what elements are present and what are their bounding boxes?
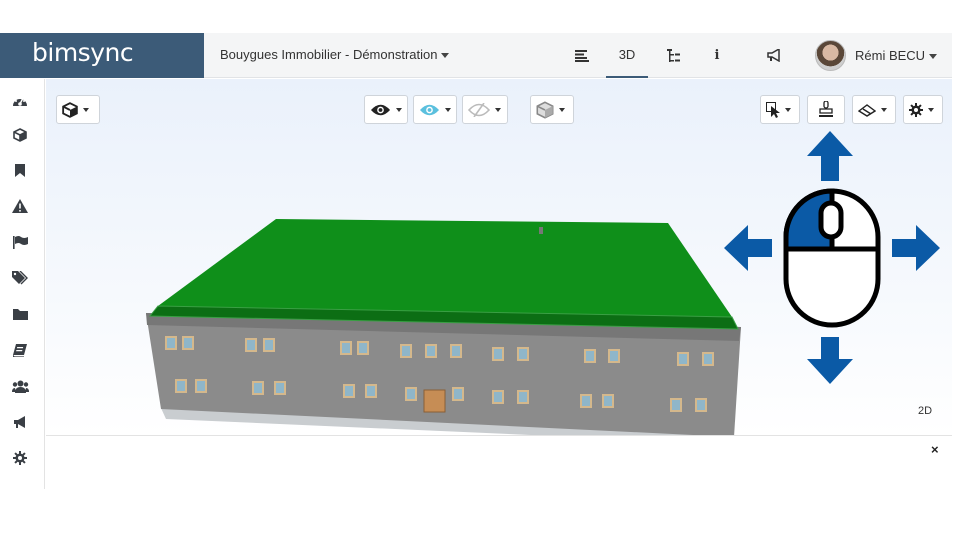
- bookmark-icon: [15, 163, 25, 177]
- mouse-icon: [783, 188, 881, 328]
- sidebar-item-library[interactable]: [8, 338, 32, 362]
- announcements-button[interactable]: [760, 33, 788, 78]
- stamp-icon: [819, 101, 833, 117]
- chevron-down-icon: [929, 54, 938, 60]
- 3d-viewer[interactable]: 2D: [46, 79, 952, 435]
- gear-icon: [909, 102, 923, 117]
- visibility-show-button[interactable]: [364, 95, 408, 124]
- section-plane-icon: [858, 103, 876, 117]
- sidebar-item-settings[interactable]: [8, 446, 32, 470]
- section-plane-button[interactable]: [852, 95, 896, 124]
- top-bar: bimsync Bouygues Immobilier - Démonstrat…: [0, 33, 952, 78]
- chevron-down-icon: [928, 107, 934, 112]
- info-icon: i: [714, 48, 720, 63]
- cube-icon: [13, 128, 27, 142]
- sidebar-item-model[interactable]: [8, 123, 32, 147]
- users-icon: [11, 380, 29, 393]
- sidebar-item-issues[interactable]: [8, 194, 32, 218]
- settings-icon: [13, 451, 27, 465]
- chevron-down-icon: [881, 107, 887, 112]
- chevron-down-icon: [495, 107, 501, 112]
- user-name: Rémi BECU: [855, 48, 926, 63]
- book-icon: [13, 343, 27, 357]
- logo-text: bimsync: [32, 38, 134, 67]
- box-view-icon: [536, 100, 554, 119]
- sidebar-item-documents[interactable]: [8, 302, 32, 326]
- box-view-button[interactable]: [530, 95, 574, 124]
- list-icon: [575, 49, 589, 62]
- folder-icon: [12, 309, 28, 320]
- sidebar-item-tags[interactable]: [8, 266, 32, 290]
- toggle-2d-button[interactable]: 2D: [918, 405, 932, 417]
- tab-3d[interactable]: 3D: [606, 33, 648, 78]
- chevron-down-icon: [445, 107, 451, 112]
- arrow-up-icon: [807, 131, 853, 181]
- visibility-xray-button[interactable]: [413, 95, 457, 124]
- building-door: [423, 389, 446, 413]
- bottom-panel: ×: [46, 435, 952, 488]
- avatar[interactable]: [815, 40, 846, 71]
- building-roof: [158, 219, 732, 317]
- navigation-hint-overlay: [724, 131, 940, 384]
- tree-view-button[interactable]: [660, 33, 688, 78]
- cube-menu-icon: [62, 101, 78, 118]
- eye-icon: [370, 104, 391, 115]
- dashboard-icon: [13, 96, 27, 106]
- tags-icon: [12, 271, 28, 285]
- logo[interactable]: bimsync: [0, 33, 204, 78]
- sidebar-item-bookmarks[interactable]: [8, 158, 32, 182]
- stamp-tool-button[interactable]: [807, 95, 845, 124]
- sidebar-item-members[interactable]: [8, 374, 32, 398]
- warning-icon: [12, 199, 28, 213]
- user-menu[interactable]: Rémi BECU: [855, 48, 938, 63]
- model-menu-button[interactable]: [56, 95, 100, 124]
- chevron-down-icon: [559, 107, 565, 112]
- close-panel-button[interactable]: ×: [931, 442, 939, 457]
- tab-3d-label: 3D: [618, 47, 636, 62]
- info-button[interactable]: i: [706, 33, 728, 78]
- project-name: Bouygues Immobilier - Démonstration: [220, 47, 438, 62]
- visibility-hide-button[interactable]: [462, 95, 508, 124]
- arrow-right-icon: [892, 225, 940, 271]
- selection-mode-button[interactable]: [760, 95, 800, 124]
- chevron-down-icon: [785, 107, 791, 112]
- project-selector[interactable]: Bouygues Immobilier - Démonstration: [220, 47, 450, 62]
- viewer-settings-button[interactable]: [903, 95, 943, 124]
- list-view-button[interactable]: [568, 33, 596, 78]
- arrow-left-icon: [724, 225, 772, 271]
- flag-icon: [12, 235, 28, 249]
- sidebar-item-dashboard[interactable]: [8, 88, 32, 112]
- sidebar-item-announcements[interactable]: [8, 410, 32, 434]
- tree-icon: [667, 48, 680, 62]
- eye-xray-icon: [419, 104, 440, 115]
- chevron-down-icon: [396, 107, 402, 112]
- eye-hidden-icon: [468, 102, 490, 117]
- megaphone-icon: [766, 49, 780, 62]
- chevron-down-icon: [441, 53, 450, 59]
- arrow-down-icon: [807, 337, 853, 384]
- megaphone-icon: [13, 415, 25, 428]
- sidebar-item-flags[interactable]: [8, 230, 32, 254]
- sidebar: [0, 79, 45, 489]
- select-cursor-icon: [766, 101, 780, 118]
- chevron-down-icon: [83, 107, 89, 112]
